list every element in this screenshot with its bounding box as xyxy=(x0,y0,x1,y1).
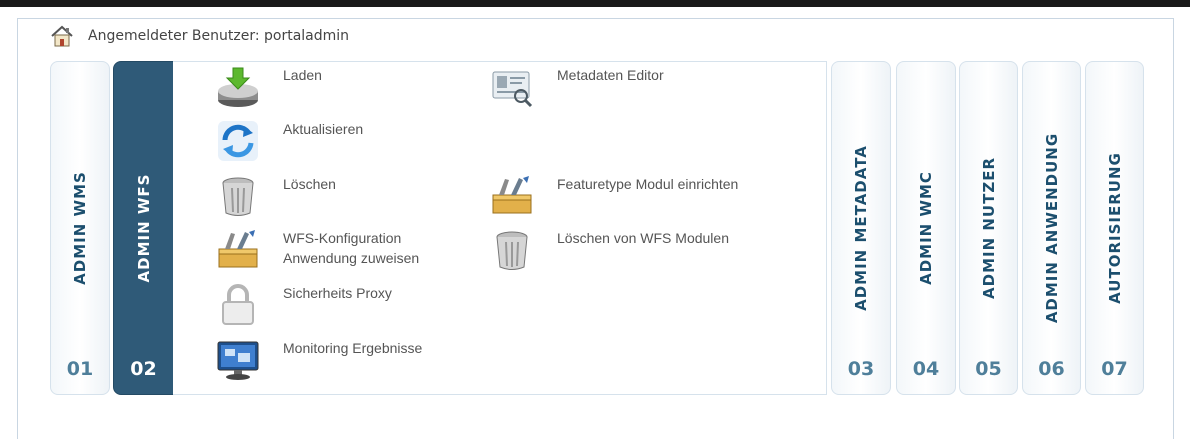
tab-number: 01 xyxy=(66,358,94,380)
menu-item-label: WFS-Konfiguration Anwendung zuweisen xyxy=(283,230,420,266)
menu-item-monitoring[interactable]: Monitoring Ergebnisse xyxy=(215,337,422,383)
menu-item-label: Monitoring Ergebnisse xyxy=(283,340,423,356)
menu-item-label: Featuretype Modul einrichten xyxy=(557,176,739,192)
tab-admin-nutzer[interactable]: ADMIN NUTZER 05 xyxy=(959,61,1018,395)
tab-admin-wfs[interactable]: ADMIN WFS 02 xyxy=(113,61,174,395)
trash-icon xyxy=(222,177,254,216)
user-info: Angemeldeter Benutzer: portaladmin xyxy=(50,24,349,48)
menu-item-label: Laden xyxy=(283,67,322,83)
menu-item-featuretype-modul[interactable]: Featuretype Modul einrichten xyxy=(489,173,738,219)
wfs-panel: Laden Metadaten Editor Aktualisieren Lös… xyxy=(173,61,827,395)
tab-title: ADMIN WFS xyxy=(134,173,153,283)
tab-autorisierung[interactable]: AUTORISIERUNG 07 xyxy=(1085,61,1144,395)
menu-item-metadaten-editor[interactable]: Metadaten Editor xyxy=(489,64,664,110)
tab-number: 03 xyxy=(847,358,875,380)
tab-number: 02 xyxy=(130,358,157,380)
tab-title: ADMIN NUTZER xyxy=(979,157,998,299)
home-icon[interactable] xyxy=(50,25,74,47)
tab-title: ADMIN METADATA xyxy=(852,145,870,311)
refresh-icon xyxy=(218,121,258,161)
menu-item-label: Löschen xyxy=(283,176,336,192)
tab-admin-wmc[interactable]: ADMIN WMC 04 xyxy=(896,61,956,395)
tab-title: AUTORISIERUNG xyxy=(1105,152,1124,304)
menu-item-laden[interactable]: Laden xyxy=(215,64,322,110)
download-drive-icon xyxy=(218,67,258,107)
tab-title: ADMIN WMC xyxy=(917,171,935,285)
tab-admin-wms[interactable]: ADMIN WMS 01 xyxy=(50,61,110,395)
tab-number: 05 xyxy=(975,358,1002,380)
menu-item-wfs-konfiguration[interactable]: WFS-Konfiguration Anwendung zuweisen xyxy=(215,227,468,273)
tab-number: 07 xyxy=(1101,358,1128,380)
user-name: portaladmin xyxy=(264,28,350,44)
toolbox-icon xyxy=(492,176,532,214)
menu-item-label: Metadaten Editor xyxy=(557,67,664,83)
menu-item-label: Aktualisieren xyxy=(283,121,364,137)
id-card-icon xyxy=(492,71,533,108)
tab-number: 06 xyxy=(1038,358,1065,380)
menu-item-loeschen[interactable]: Löschen xyxy=(215,173,336,219)
menu-item-sicherheits-proxy[interactable]: Sicherheits Proxy xyxy=(215,282,392,328)
menu-item-loeschen-wfs-module[interactable]: Löschen von WFS Modulen xyxy=(489,227,729,273)
padlock-icon xyxy=(222,284,254,325)
tab-admin-metadata[interactable]: ADMIN METADATA 03 xyxy=(831,61,891,395)
tab-admin-anwendung[interactable]: ADMIN ANWENDUNG 06 xyxy=(1022,61,1081,395)
tab-title: ADMIN ANWENDUNG xyxy=(1042,132,1061,324)
menu-item-aktualisieren[interactable]: Aktualisieren xyxy=(215,118,363,164)
monitor-icon xyxy=(217,341,259,380)
toolbox-icon xyxy=(218,230,258,268)
tab-number: 04 xyxy=(912,358,940,380)
menu-item-label: Sicherheits Proxy xyxy=(283,285,392,301)
tab-title: ADMIN WMS xyxy=(71,171,89,285)
user-label: Angemeldeter Benutzer: xyxy=(88,28,260,44)
top-bar xyxy=(0,0,1190,7)
trash-icon xyxy=(496,231,528,270)
menu-item-label: Löschen von WFS Modulen xyxy=(557,230,729,246)
